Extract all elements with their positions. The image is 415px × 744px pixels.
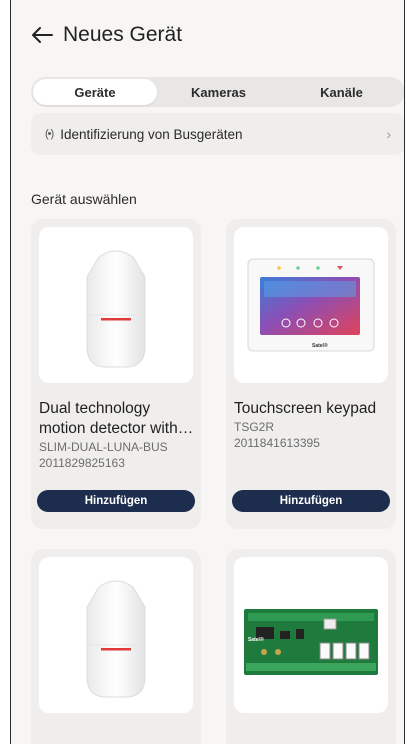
section-title: Gerät auswählen bbox=[31, 191, 137, 207]
header: Neues Gerät bbox=[29, 22, 182, 48]
device-model: SLIM-DUAL-LUNA-BUS bbox=[39, 440, 168, 454]
add-button[interactable]: Hinzufügen bbox=[232, 490, 390, 512]
device-card-motion-detector-2[interactable] bbox=[31, 549, 201, 744]
module-brand-label: Satel® bbox=[248, 636, 264, 643]
device-name: Touchscreen keypad bbox=[234, 400, 377, 417]
device-info: Dual technology motion detector with bus… bbox=[39, 399, 197, 471]
page-title: Neues Gerät bbox=[63, 23, 183, 46]
back-arrow-icon[interactable] bbox=[29, 22, 55, 48]
chevron-right-icon: › bbox=[386, 126, 391, 142]
app-screen: Neues Gerät Geräte Kameras Kanäle (•) Id… bbox=[10, 0, 405, 744]
device-name: Dual technology motion detector with bus bbox=[39, 400, 178, 437]
motion-detector-image bbox=[39, 227, 193, 383]
expansion-module-image: Satel® bbox=[234, 557, 388, 713]
device-code: 2011829825163 bbox=[39, 456, 125, 470]
device-card-motion-detector[interactable]: Dual technology motion detector with bus… bbox=[31, 219, 201, 529]
add-button[interactable]: Hinzufügen bbox=[37, 490, 195, 512]
device-card-bus-module[interactable]: Satel® bbox=[226, 549, 396, 744]
tab-cameras[interactable]: Kameras bbox=[157, 79, 280, 105]
keypad-image: Satel® bbox=[234, 227, 388, 383]
tab-bar: Geräte Kameras Kanäle bbox=[31, 77, 404, 107]
keypad-brand-label: Satel® bbox=[312, 342, 328, 349]
device-model: TSG2R bbox=[234, 420, 275, 434]
device-code: 2011841613395 bbox=[234, 436, 320, 450]
device-card-touchscreen-keypad[interactable]: Satel® Touchscreen keypad TSG2R 20118416… bbox=[226, 219, 396, 529]
motion-detector-image bbox=[39, 557, 193, 713]
tab-channels[interactable]: Kanäle bbox=[280, 79, 403, 105]
bus-identification-label: Identifizierung von Busgeräten bbox=[60, 126, 243, 142]
broadcast-icon: (•) bbox=[45, 128, 54, 140]
device-info: Touchscreen keypad TSG2R 2011841613395 bbox=[234, 399, 392, 451]
bus-identification-row[interactable]: (•) Identifizierung von Busgeräten › bbox=[31, 113, 404, 155]
tab-devices[interactable]: Geräte bbox=[33, 79, 157, 105]
